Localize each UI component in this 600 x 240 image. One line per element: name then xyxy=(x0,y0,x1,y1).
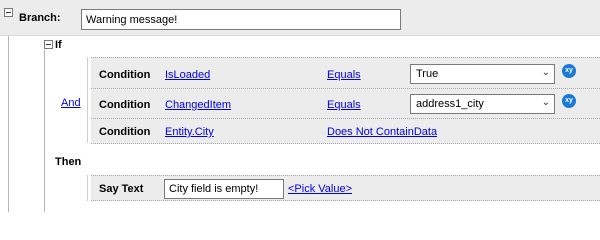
condition-value-select[interactable]: address1_city ⌄ xyxy=(410,94,555,114)
if-label: If xyxy=(55,39,62,51)
chevron-down-icon: ⌄ xyxy=(541,97,550,108)
condition-row: Condition ChangedItem Equals address1_ci… xyxy=(91,88,600,118)
then-label: Then xyxy=(55,156,82,168)
condition-field-link[interactable]: ChangedItem xyxy=(165,99,231,111)
pick-value-link[interactable]: <Pick Value> xyxy=(288,183,352,195)
tree-line xyxy=(8,36,9,212)
tree-line xyxy=(87,175,88,201)
condition-value-select[interactable]: True ⌄ xyxy=(410,64,555,84)
collapse-branch-icon[interactable] xyxy=(4,8,13,17)
branch-name-input[interactable] xyxy=(81,9,401,30)
condition-field-link[interactable]: IsLoaded xyxy=(165,69,210,81)
xy-icon[interactable]: xy xyxy=(562,94,576,108)
chevron-down-icon: ⌄ xyxy=(541,67,550,78)
condition-row: Condition IsLoaded Equals True ⌄ xy xyxy=(91,57,600,88)
condition-operator-link[interactable]: Equals xyxy=(327,99,361,111)
branch-row: Branch: xyxy=(0,0,600,36)
condition-value-text: address1_city xyxy=(416,98,484,110)
condition-operator-link[interactable]: Equals xyxy=(327,69,361,81)
branch-label: Branch: xyxy=(19,12,61,24)
collapse-if-icon[interactable] xyxy=(44,40,53,49)
condition-label: Condition xyxy=(99,69,151,81)
condition-label: Condition xyxy=(99,99,151,111)
tree-line xyxy=(44,50,45,212)
condition-field-link[interactable]: Entity.City xyxy=(165,126,214,138)
tree-line xyxy=(87,57,88,143)
xy-icon[interactable]: xy xyxy=(562,64,576,78)
action-row: Say Text <Pick Value> xyxy=(91,175,600,201)
condition-value-text: True xyxy=(416,68,439,80)
condition-operator-link[interactable]: Does Not ContainData xyxy=(327,126,437,138)
say-text-input[interactable] xyxy=(164,179,284,199)
condition-label: Condition xyxy=(99,126,151,138)
condition-row: Condition Entity.City Does Not ContainDa… xyxy=(91,118,600,144)
logical-operator-and-link[interactable]: And xyxy=(61,97,81,109)
say-text-label: Say Text xyxy=(99,183,144,195)
